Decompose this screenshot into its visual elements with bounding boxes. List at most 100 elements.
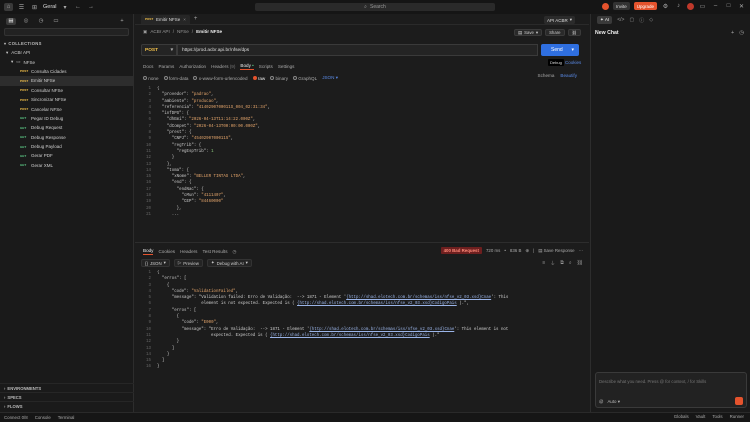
workspace-name[interactable]: Geral — [43, 4, 56, 10]
info-icon[interactable]: ⓘ — [639, 17, 644, 24]
search-icon[interactable]: ⌕ — [569, 260, 572, 267]
console-button[interactable]: Console — [35, 415, 51, 420]
avatar[interactable] — [687, 2, 694, 10]
more-icon[interactable]: ⋯ — [579, 248, 583, 254]
at-icon[interactable]: @ — [599, 399, 603, 405]
tab-docs[interactable]: Docs — [143, 64, 153, 69]
sidebar-item-request[interactable]: POST Sincronizar NFSe — [0, 95, 133, 104]
cookies-link[interactable]: Cookies — [565, 60, 581, 65]
sidebar-item-request[interactable]: GET Debug Request — [0, 123, 133, 132]
maximize-icon[interactable]: □ — [724, 2, 733, 10]
save-button[interactable]: ▤ Save ▾ — [514, 29, 543, 36]
folder-nfse[interactable]: ▾ ▭ NFSe — [0, 57, 133, 66]
tab-scripts[interactable]: Scripts — [259, 64, 273, 69]
vault-button[interactable]: Vault — [696, 414, 706, 419]
response-time[interactable]: 720 ms — [486, 248, 500, 253]
new-tab-icon[interactable]: + — [194, 16, 198, 22]
folder-icon[interactable]: ▭ — [51, 18, 61, 25]
globals-button[interactable]: Globals — [674, 414, 689, 419]
copy-icon[interactable]: ⧉ — [560, 260, 564, 267]
send-chat-button[interactable] — [735, 397, 743, 405]
sidebar-specs[interactable]: › SPECS — [0, 392, 134, 401]
sidebar-item-request[interactable]: POST Cancelar NFSe — [0, 104, 133, 113]
tab-authorization[interactable]: Authorization — [179, 64, 206, 69]
chevron-down-icon[interactable]: ▾ — [571, 47, 574, 53]
body-type-raw[interactable]: raw — [252, 75, 265, 81]
sidebar-environments[interactable]: › ENVIRONMENTS — [0, 383, 134, 392]
link-icon[interactable]: ⛓ — [567, 29, 581, 36]
body-type-urlencoded[interactable]: x-www-form-urlencoded — [193, 75, 248, 81]
method-select[interactable]: POST ▾ — [141, 44, 177, 56]
collections-icon[interactable]: ▤ — [6, 17, 16, 25]
code-icon[interactable]: </> — [617, 17, 624, 23]
sidebar-search-input[interactable] — [4, 28, 129, 36]
forward-icon[interactable]: → — [86, 3, 95, 11]
tab-emitir-nfse[interactable]: POST Emitir NFSe × — [141, 14, 190, 24]
sidebar-item-request[interactable]: GET Pegar ID Debug — [0, 114, 133, 123]
link-icon[interactable]: ⛓ — [577, 260, 583, 267]
layers-icon[interactable]: ◇ — [649, 17, 653, 23]
schema-button[interactable]: Schema — [538, 73, 555, 78]
tab-ai[interactable]: ✦ AI — [597, 16, 613, 24]
sidebar-item-request[interactable]: POST Consultar NFSe — [0, 86, 133, 95]
terminal-button[interactable]: Terminal — [58, 415, 75, 420]
history-icon[interactable]: ◷ — [233, 249, 237, 255]
history-icon[interactable]: ◷ — [739, 30, 744, 36]
global-search[interactable]: ⌕ Search — [255, 3, 495, 11]
sidebar-item-request[interactable]: GET Gerar XML — [0, 161, 133, 170]
request-body-editor[interactable]: 1{2 "provedor": "padrao", 3 "ambiente": "… — [141, 86, 581, 242]
response-size[interactable]: 836 B — [510, 248, 521, 253]
collections-header[interactable]: ▾ COLLECTIONS — [0, 39, 133, 48]
send-button[interactable]: Send ▾ — [541, 44, 579, 56]
tab-headers[interactable]: Headers (9) — [211, 64, 235, 69]
tab-body[interactable]: Body • — [240, 63, 254, 70]
connect-status[interactable]: Connect 0/8 — [4, 415, 28, 420]
home-icon[interactable]: ⌂ — [4, 3, 13, 11]
layout-icon[interactable]: ▭ — [698, 2, 707, 10]
body-type-none[interactable]: none — [143, 75, 159, 81]
menu-icon[interactable]: ☰ — [17, 3, 26, 11]
resp-tab-body[interactable]: Body — [143, 248, 154, 255]
environments-icon[interactable]: ◎ — [21, 18, 31, 25]
sidebar-item-request[interactable]: GET Debug Payload — [0, 142, 133, 151]
collection-root[interactable]: ▾ ACBr API — [0, 48, 133, 57]
upgrade-button[interactable]: Upgrade — [633, 2, 657, 10]
gear-icon[interactable]: ⚙ — [661, 2, 670, 10]
save-response-button[interactable]: ▤ Save Response — [538, 248, 574, 254]
body-format-select[interactable]: JSON ▾ — [322, 75, 338, 81]
invite-button[interactable]: Invite — [612, 2, 630, 10]
notification-icon[interactable] — [601, 2, 609, 10]
tab-params[interactable]: Params — [158, 64, 174, 69]
response-format-select[interactable]: {} JSON ▾ — [141, 259, 170, 267]
resp-tab-cookies[interactable]: Cookies — [158, 249, 175, 254]
environment-selector[interactable]: API ACBR ▾ — [543, 16, 575, 24]
new-chat-icon[interactable]: + — [731, 30, 734, 36]
comment-icon[interactable]: ▢ — [629, 17, 634, 23]
minimize-icon[interactable]: – — [711, 2, 720, 10]
url-input[interactable]: https://prod.acbr.api.br/nfse/dps — [177, 44, 538, 56]
preview-button[interactable]: ▷ Preview — [173, 259, 203, 267]
chat-input[interactable]: Describe what you need. Press @ for cont… — [595, 372, 747, 408]
bell-icon[interactable]: ♪ — [674, 2, 683, 10]
history-icon[interactable]: ◷ — [36, 18, 46, 25]
response-body[interactable]: 1{2 "erros": [3 {4 "code": "ValidationFa… — [141, 270, 581, 370]
status-badge[interactable]: 400 Bad Request — [440, 247, 482, 254]
auto-select[interactable]: Auto ▾ — [607, 399, 619, 405]
sidebar-item-request[interactable]: POST Consulta Cidades — [0, 67, 133, 76]
body-type-binary[interactable]: binary — [270, 75, 288, 81]
tab-settings[interactable]: Settings — [278, 64, 295, 69]
sidebar-item-request[interactable]: GET Debug Response — [0, 133, 133, 142]
sidebar-item-request[interactable]: GET Gerar PDF — [0, 151, 133, 160]
tools-button[interactable]: Tools — [712, 414, 722, 419]
globe-icon[interactable]: ⊕ — [525, 248, 529, 254]
sidebar-item-request[interactable]: POST Emitir NFSe — [0, 76, 133, 86]
back-icon[interactable]: ← — [73, 3, 82, 11]
runner-button[interactable]: Runner — [730, 414, 744, 419]
close-icon[interactable]: × — [183, 17, 186, 22]
resp-tab-tests[interactable]: Test Results — [202, 249, 227, 254]
filter-icon[interactable]: ⏚ — [550, 260, 555, 267]
resp-tab-headers[interactable]: Headers — [180, 249, 197, 254]
debug-ai-button[interactable]: ✦ Debug with AI ▾ — [206, 259, 252, 267]
pane-divider[interactable] — [135, 242, 589, 243]
beautify-button[interactable]: Beautify — [560, 73, 577, 78]
